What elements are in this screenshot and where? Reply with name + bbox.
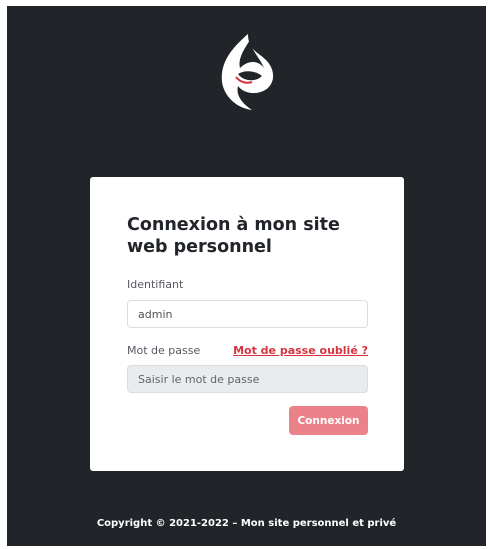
login-button[interactable]: Connexion [289, 406, 368, 435]
username-label: Identifiant [127, 278, 184, 291]
forgot-password-link[interactable]: Mot de passe oublié ? [233, 344, 368, 357]
login-card: Connexion à mon site web personnel Ident… [90, 177, 404, 471]
login-title: Connexion à mon site web personnel [127, 215, 340, 257]
footer-copyright: Copyright © 2021-2022 – Mon site personn… [96, 518, 397, 529]
password-label: Mot de passe [127, 344, 201, 357]
ghost-flame-logo-icon [210, 30, 282, 114]
username-input[interactable] [127, 300, 368, 328]
password-input[interactable] [127, 365, 368, 393]
